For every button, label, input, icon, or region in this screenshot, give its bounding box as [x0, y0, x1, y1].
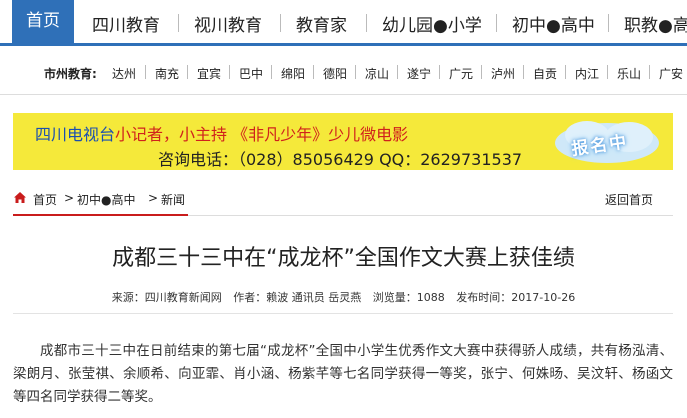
city-link[interactable]: 遂宁	[407, 65, 431, 82]
nav-kindergarten-primary[interactable]: 幼儿园●小学	[382, 11, 482, 36]
city-divider	[355, 65, 356, 79]
city-divider	[649, 65, 650, 79]
article-meta: 来源：四川教育新闻网 作者：赖波 通讯员 岳灵燕 浏览量：1088 发布时间：2…	[0, 289, 687, 305]
article-date: 发布时间：2017-10-26	[456, 291, 576, 304]
city-link[interactable]: 广元	[449, 65, 473, 82]
meta-divider	[13, 313, 673, 314]
city-link[interactable]: 凉山	[365, 65, 389, 82]
article-title: 成都三十三中在“成龙杯”全国作文大赛上获佳绩	[112, 246, 575, 271]
top-nav: 首页 四川教育 视川教育 教育家 幼儿园●小学 初中●高中 职教●高	[0, 0, 687, 46]
nav-vocational[interactable]: 职教●高	[624, 11, 687, 36]
city-link[interactable]: 宜宾	[197, 65, 221, 82]
home-icon	[14, 192, 26, 203]
article-body: 成都市三十三中在日前结束的第七届“成龙杯”全国中小学生优秀作文大赛中获得骄人成绩…	[13, 343, 673, 405]
nav-educators[interactable]: 教育家	[296, 11, 347, 36]
city-bar-divider	[0, 94, 687, 95]
ad-station: 四川电视台	[35, 125, 116, 144]
city-divider	[145, 65, 146, 79]
ad-contact: 咨询电话：（028）85056429 QQ：2629731537	[158, 150, 523, 169]
nav-divider	[178, 14, 179, 32]
city-link[interactable]: 泸州	[491, 65, 515, 82]
nav-sichuan-education[interactable]: 四川教育	[92, 11, 160, 36]
article-views: 浏览量：1088	[372, 291, 445, 304]
article-source: 来源：四川教育新闻网	[111, 291, 222, 304]
nav-divider	[496, 14, 497, 32]
city-divider	[523, 65, 524, 79]
back-home-link[interactable]: 返回首页	[605, 191, 653, 208]
city-divider	[397, 65, 398, 79]
city-divider	[271, 65, 272, 79]
nav-divider	[366, 14, 367, 32]
city-bar: 市州教育: 达州 南充 宜宾 巴中 绵阳 德阳 凉山 遂宁 广元 泸州 自贡 内…	[0, 49, 687, 95]
breadcrumb: 首页 > 初中●高中 > 新闻 返回首页	[13, 188, 673, 216]
breadcrumb-current[interactable]: 新闻	[161, 191, 185, 208]
city-link[interactable]: 达州	[112, 65, 136, 82]
ad-headline: 四川电视台小记者，小主持 《非凡少年》少儿微电影	[35, 121, 408, 145]
city-divider	[607, 65, 608, 79]
nav-video-education[interactable]: 视川教育	[194, 11, 262, 36]
nav-home[interactable]: 首页	[12, 0, 74, 43]
city-divider	[439, 65, 440, 79]
nav-middle-high[interactable]: 初中●高中	[512, 11, 595, 36]
city-divider	[187, 65, 188, 79]
ad-program: 小记者，小主持 《非凡少年》少儿微电影	[115, 125, 409, 144]
breadcrumb-separator: >	[64, 191, 75, 205]
city-link[interactable]: 绵阳	[281, 65, 305, 82]
city-link[interactable]: 自贡	[533, 65, 557, 82]
ad-banner[interactable]: 四川电视台小记者，小主持 《非凡少年》少儿微电影 咨询电话：（028）85056…	[13, 113, 673, 170]
city-bar-label: 市州教育:	[44, 67, 97, 81]
city-link[interactable]: 南充	[155, 65, 179, 82]
nav-divider	[280, 14, 281, 32]
city-link[interactable]: 德阳	[323, 65, 347, 82]
breadcrumb-separator: >	[148, 191, 159, 205]
city-divider	[481, 65, 482, 79]
city-link[interactable]: 内江	[575, 65, 599, 82]
nav-divider	[608, 14, 609, 32]
city-divider	[313, 65, 314, 79]
breadcrumb-accent-line	[13, 214, 188, 216]
city-divider	[565, 65, 566, 79]
city-divider	[229, 65, 230, 79]
city-link[interactable]: 广安	[659, 65, 683, 82]
city-link[interactable]: 乐山	[617, 65, 641, 82]
article-author: 作者：赖波 通讯员 岳灵燕	[233, 291, 362, 304]
city-link[interactable]: 巴中	[239, 65, 263, 82]
breadcrumb-category[interactable]: 初中●高中	[77, 191, 135, 208]
breadcrumb-home[interactable]: 首页	[33, 191, 57, 208]
